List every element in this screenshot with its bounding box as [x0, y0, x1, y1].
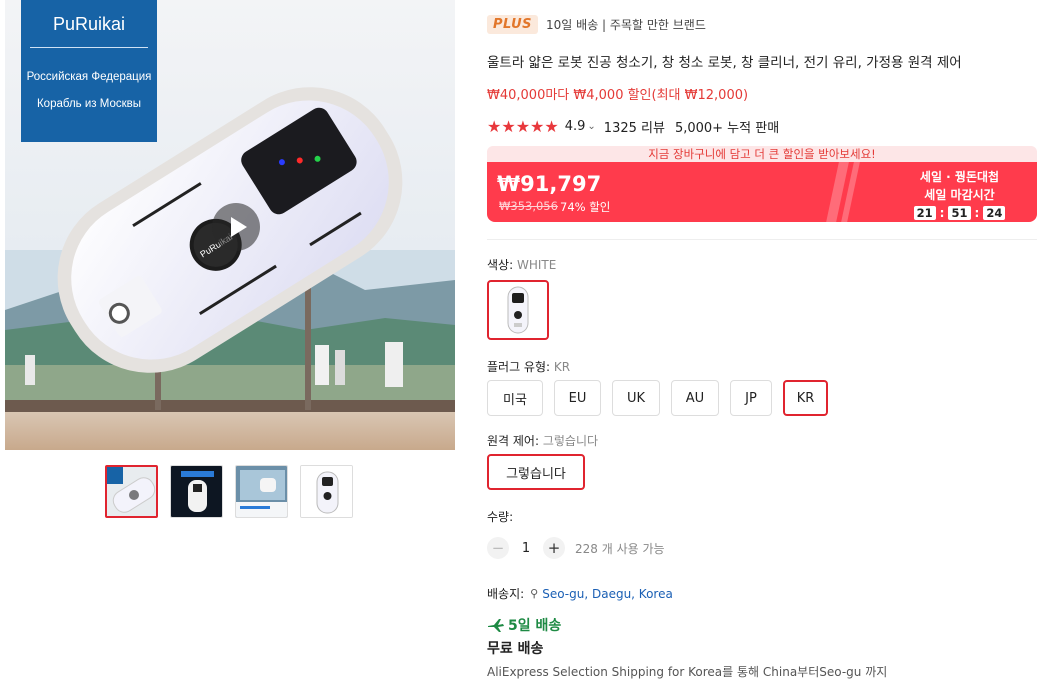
plug-label-row: 플러그 유형: KR	[487, 358, 570, 375]
plane-icon	[488, 619, 504, 632]
price-banner: ₩91,797 ₩353,056 74% 할인 세일 · 꿩돈대첩 세일 마감시…	[487, 162, 1037, 222]
color-option-white[interactable]	[487, 280, 549, 340]
remote-value: 그렇습니다	[542, 434, 599, 448]
divider	[487, 239, 1037, 240]
sale-ends-label: 세일 마감시간	[924, 188, 995, 202]
plug-option-jp[interactable]: JP	[730, 380, 772, 416]
countdown-timer: 21 : 51 : 24	[887, 206, 1032, 220]
plus-text: 10일 배송 | 주목할 만한 브랜드	[546, 18, 706, 32]
plug-option-uk[interactable]: UK	[612, 380, 660, 416]
plug-option-au[interactable]: AU	[671, 380, 719, 416]
cart-hint-banner: 지금 장바구니에 담고 더 큰 할인을 받아보세요!	[487, 146, 1037, 162]
star-rating-icon: ★★★★★	[487, 117, 559, 136]
quantity-label: 수량:	[487, 510, 514, 524]
plug-label: 플러그 유형:	[487, 360, 554, 374]
thumbnail-strip	[105, 465, 353, 518]
plug-option-us[interactable]: 미국	[487, 380, 543, 416]
plug-value: KR	[553, 360, 571, 374]
remote-label: 원격 제어:	[487, 434, 543, 448]
location-pin-icon: ⚲	[530, 587, 539, 600]
color-label-row: 색상: WHITE	[487, 256, 556, 273]
brand-ru-line2: Корабль из Москвы	[36, 98, 141, 110]
color-swatch-image	[507, 286, 529, 334]
timer-minutes: 51	[948, 206, 971, 220]
free-shipping: 무료 배송	[487, 641, 544, 657]
color-value: WHITE	[516, 258, 557, 272]
thumb-smart-cleaning[interactable]	[170, 465, 223, 518]
brand-banner: PuRuikai Российская Федерация Корабль из…	[21, 0, 157, 142]
thumb-window[interactable]	[235, 465, 288, 518]
color-label: 색상:	[487, 258, 517, 272]
coupon-text[interactable]: ₩40,000마다 ₩4,000 할인(최대 ₩12,000)	[487, 84, 748, 103]
plug-option-eu[interactable]: EU	[554, 380, 601, 416]
play-icon	[230, 217, 247, 237]
quantity-stepper: − 1 + 228 개 사용 가능	[487, 537, 665, 559]
play-video-button[interactable]	[212, 203, 260, 251]
ship-to-row: 배송지: ⚲ Seo-gu, Daegu, Korea	[487, 585, 673, 602]
thumb-white-robot[interactable]	[300, 465, 353, 518]
quantity-minus-button[interactable]: −	[487, 537, 509, 559]
plug-option-kr[interactable]: KR	[783, 380, 828, 416]
brand-divider	[30, 47, 148, 48]
quantity-plus-button[interactable]: +	[543, 537, 565, 559]
quantity-available: 228 개 사용 가능	[575, 541, 665, 556]
rating-row: ★★★★★ 4.9 ⌄ 1325 리뷰 5,000+ 누적 판매	[487, 117, 779, 136]
remote-label-row: 원격 제어: 그렇습니다	[487, 432, 598, 449]
review-count[interactable]: 1325 리뷰	[604, 117, 665, 136]
fast-delivery-text: 5일 배송	[508, 618, 562, 634]
fast-delivery: 5일 배송	[487, 615, 561, 635]
timer-hours: 21	[913, 206, 936, 220]
current-price: ₩91,797	[497, 172, 602, 196]
main-product-image[interactable]: PuRuikai PuRuikai Российская Федерация К…	[5, 0, 455, 450]
sold-count: 5,000+ 누적 판매	[674, 121, 780, 136]
chevron-down-icon[interactable]: ⌄	[587, 121, 595, 132]
sale-countdown: 세일 · 꿩돈대첩 세일 마감시간 21 : 51 : 24	[887, 168, 1032, 220]
timer-seconds: 24	[983, 206, 1006, 220]
remote-option-yes[interactable]: 그렇습니다	[487, 454, 585, 490]
ship-location-link[interactable]: Seo-gu, Daegu, Korea	[542, 587, 673, 601]
brand-name: PuRuikai	[52, 14, 126, 34]
brand-ru-line1: Российская Федерация	[26, 71, 152, 83]
quantity-value[interactable]: 1	[509, 541, 543, 556]
original-price: ₩353,056	[499, 199, 558, 213]
discount-percent: 74% 할인	[560, 200, 611, 214]
product-title: 울트라 얇은 로봇 진공 청소기, 창 청소 로봇, 창 클리너, 전기 유리,…	[487, 55, 962, 71]
sale-title: 세일 · 꿩돈대첩	[919, 170, 1000, 184]
thumb-video[interactable]	[105, 465, 158, 518]
ship-to-label: 배송지:	[487, 587, 525, 601]
shipping-note: AliExpress Selection Shipping for Korea를…	[487, 665, 888, 679]
plus-badge: PLUS	[487, 15, 539, 34]
plus-row: PLUS 10일 배송 | 주목할 만한 브랜드	[487, 15, 706, 34]
rating-value[interactable]: 4.9	[565, 119, 586, 134]
